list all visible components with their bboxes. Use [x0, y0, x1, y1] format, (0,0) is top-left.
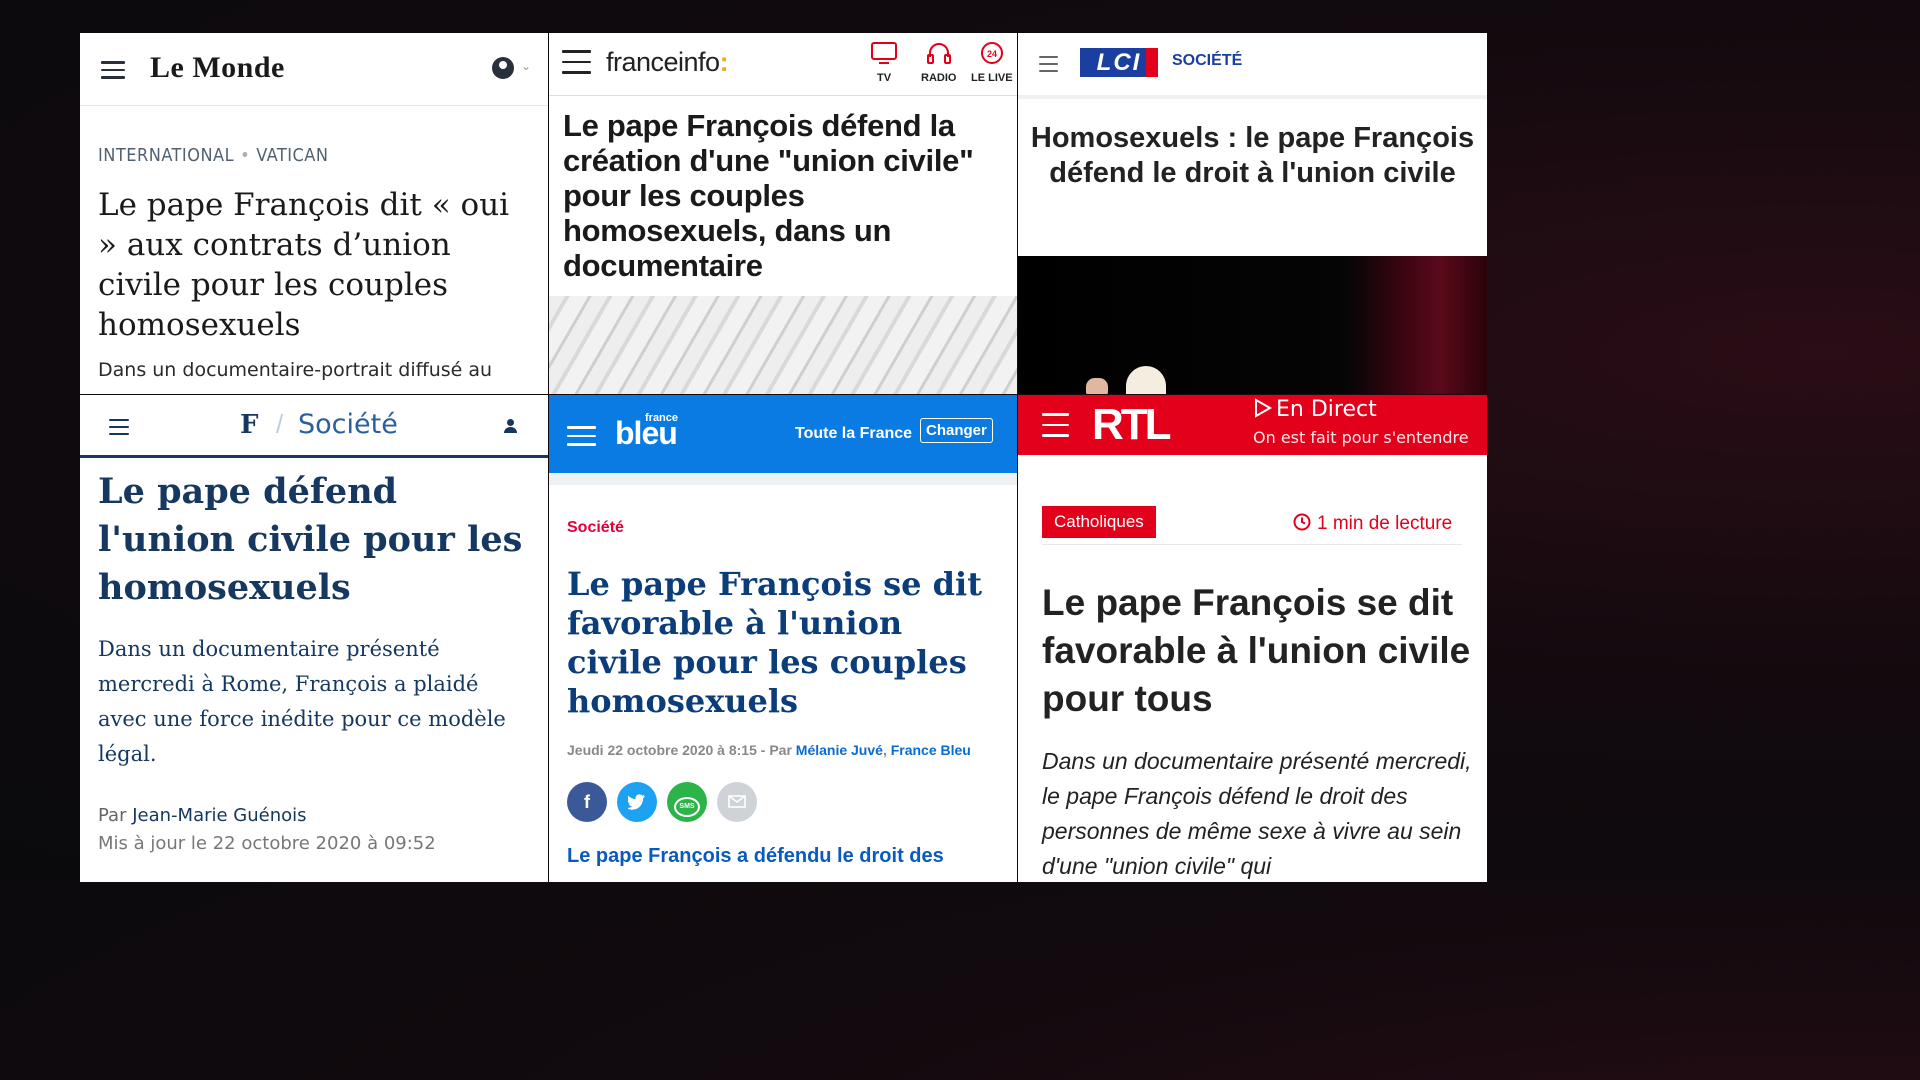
section-label[interactable]: Société	[298, 409, 398, 440]
article-title: Homosexuels : le pape François défend le…	[1030, 122, 1475, 189]
menu-icon[interactable]	[101, 61, 125, 84]
divider	[1042, 544, 1462, 545]
menu-icon[interactable]	[109, 419, 129, 440]
nav-live-label: LE LIVE	[971, 72, 1013, 84]
lemonde-logo[interactable]: Le Monde	[150, 51, 285, 85]
article-title: Le pape défend l'union civile pour les h…	[98, 471, 523, 608]
figaro-logo[interactable]: F	[240, 410, 258, 440]
nav-tv-label: TV	[876, 72, 892, 84]
article-title: Le pape François dit « oui » aux contrat…	[98, 187, 510, 343]
rtl-panel: RTL En Direct On est fait pour s'entendr…	[1018, 395, 1487, 882]
menu-icon[interactable]	[567, 426, 596, 452]
nav-radio[interactable]: RADIO	[921, 41, 956, 84]
section-label[interactable]: SOCIÉTÉ	[1172, 52, 1242, 70]
svg-text:24: 24	[987, 49, 997, 59]
nav-radio-label: RADIO	[921, 72, 957, 84]
figaro-panel: F / Société Le pape défend l'union civil…	[80, 395, 548, 882]
header-divider	[549, 473, 1017, 485]
email-share-icon[interactable]	[717, 782, 757, 822]
author-link[interactable]: Mélanie Juvé	[796, 742, 883, 758]
lci-logo[interactable]: LCI	[1080, 48, 1158, 77]
kicker-international[interactable]: INTERNATIONAL	[98, 145, 234, 166]
article-image	[1018, 256, 1487, 394]
user-icon[interactable]	[504, 419, 517, 433]
sms-share-icon[interactable]: SMS	[667, 782, 707, 822]
change-location-button[interactable]: Changer	[920, 418, 993, 443]
francebleu-header: france bleu Toute la France Changer	[549, 395, 1017, 473]
article-lead: Le pape François a défendu le droit des	[567, 845, 944, 867]
menu-icon[interactable]	[562, 50, 591, 82]
menu-icon[interactable]	[1042, 413, 1069, 445]
menu-icon[interactable]	[1039, 56, 1058, 77]
rtl-tagline: On est fait pour s'entendre	[1253, 428, 1469, 447]
francebleu-panel: france bleu Toute la France Changer Socié…	[549, 395, 1017, 882]
twitter-share-icon[interactable]	[617, 782, 657, 822]
franceinfo-header: franceinfo: TV RADIO 24 LE LIVE	[549, 33, 1017, 96]
kicker-vatican[interactable]: VATICAN	[256, 145, 328, 166]
play-icon	[1255, 398, 1273, 418]
nav-live[interactable]: 24 LE LIVE	[971, 41, 1013, 84]
author-link[interactable]: Jean-Marie Guénois	[132, 805, 306, 826]
rtl-header: RTL En Direct On est fait pour s'entendr…	[1018, 395, 1487, 455]
chevron-down-icon[interactable]: ⌄	[521, 59, 531, 73]
updated-date: Mis à jour le 22 octobre 2020 à 09:52	[98, 833, 436, 854]
account-icon[interactable]	[492, 57, 514, 79]
franceinfo-logo[interactable]: franceinfo:	[606, 47, 729, 78]
lci-panel: LCI SOCIÉTÉ Homosexuels : le pape Franço…	[1018, 33, 1487, 394]
live-button[interactable]: En Direct	[1254, 397, 1377, 422]
francebleu-logo[interactable]: france bleu	[615, 412, 678, 452]
facebook-share-icon[interactable]: f	[567, 782, 607, 822]
article-lead: Dans un documentaire-portrait diffusé au	[98, 359, 493, 381]
image-hand	[1086, 378, 1108, 394]
article-kicker: INTERNATIONAL • VATICAN	[98, 145, 328, 166]
live-24-icon: 24	[980, 42, 1003, 64]
section-label[interactable]: Société	[567, 519, 624, 537]
read-time: 1 min de lecture	[1293, 513, 1452, 535]
lci-header: LCI SOCIÉTÉ	[1018, 33, 1487, 99]
lemonde-panel: Le Monde ⌄ INTERNATIONAL • VATICAN Le pape…	[80, 33, 548, 394]
article-image	[549, 296, 1017, 394]
location-label: Toute la France	[795, 425, 913, 442]
franceinfo-panel: franceinfo: TV RADIO 24 LE LIVE Le pape …	[549, 33, 1017, 394]
article-title: Le pape François se dit favorable à l'un…	[1042, 582, 1471, 719]
byline: Par Jean-Marie Guénois	[98, 805, 307, 826]
headphones-icon	[926, 43, 951, 64]
article-lead: Dans un documentaire présenté mercredi, …	[1042, 748, 1472, 879]
tv-icon	[871, 42, 897, 64]
outlet-link[interactable]: France Bleu	[891, 742, 971, 758]
article-meta: Jeudi 22 octobre 2020 à 8:15 - Par Mélan…	[567, 742, 971, 758]
clock-icon	[1293, 513, 1311, 531]
lemonde-header: Le Monde ⌄	[80, 33, 548, 106]
figaro-header: F / Société	[80, 395, 548, 458]
breadcrumb-separator: /	[276, 409, 284, 439]
rtl-logo[interactable]: RTL	[1092, 400, 1172, 450]
article-title: Le pape François défend la création d'un…	[563, 108, 974, 283]
kicker-separator: •	[240, 145, 251, 166]
article-lead: Dans un documentaire présenté mercredi à…	[98, 637, 506, 766]
article-title: Le pape François se dit favorable à l'un…	[567, 565, 982, 720]
category-tag[interactable]: Catholiques	[1042, 506, 1156, 538]
nav-tv[interactable]: TV	[871, 41, 897, 84]
